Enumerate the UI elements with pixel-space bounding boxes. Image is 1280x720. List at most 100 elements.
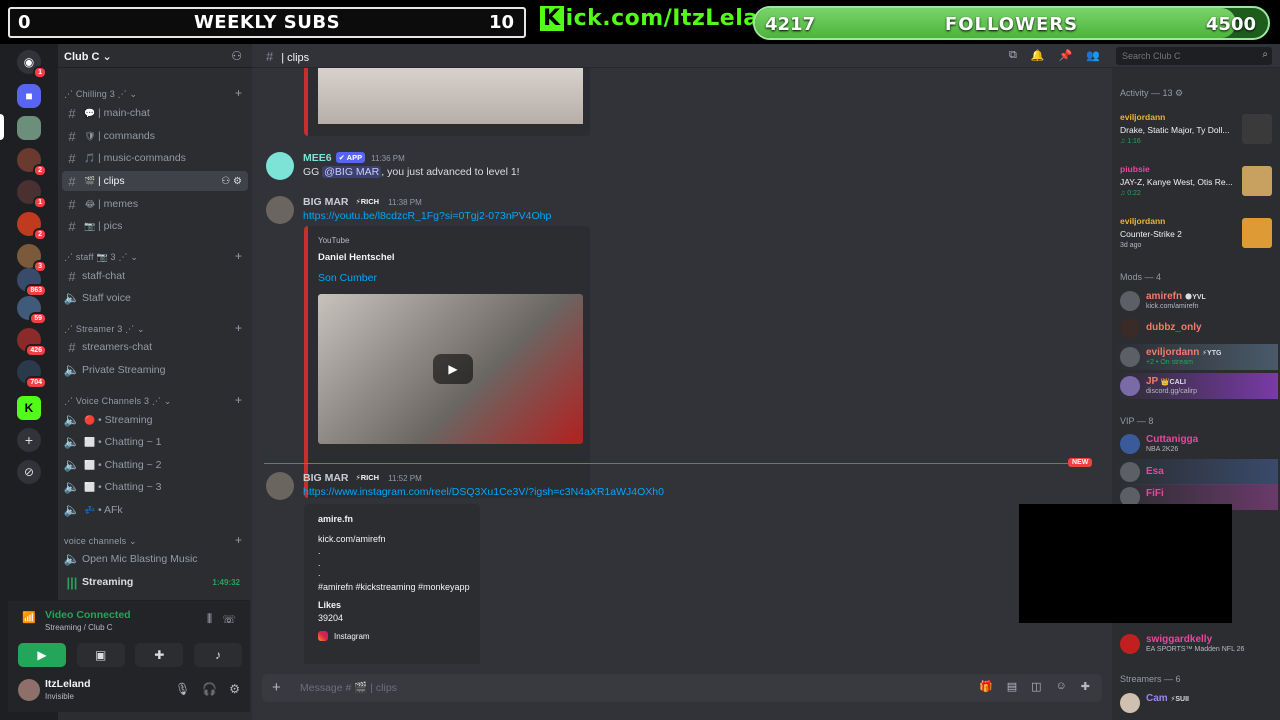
add-channel-icon[interactable]: + — [235, 321, 242, 335]
member-item[interactable]: Esa — [1116, 459, 1278, 485]
user-mention[interactable]: @BIG MAR — [322, 166, 382, 178]
voice-channel-path[interactable]: Streaming / Club C — [45, 623, 113, 632]
channel-main-chat[interactable]: # 💬 | main-chat — [62, 103, 248, 123]
emoji-icon[interactable]: ☺ — [1056, 680, 1067, 693]
channel-chatting-3[interactable]: 🔈 ⬜ • Chatting ~ 3 — [62, 477, 248, 497]
invite-icon[interactable]: ⚇ — [231, 49, 242, 63]
server-icon-3[interactable]: 1 — [17, 180, 47, 209]
channel-voice-streaming[interactable]: 🔈 🔴 • Streaming — [62, 410, 248, 430]
category-staff[interactable]: ⋰ staff 📷 3 ⋰ ⌄ — [64, 252, 138, 263]
message-author[interactable]: BIG MAR — [303, 196, 349, 208]
member-list-icon[interactable]: 👥 — [1086, 49, 1100, 62]
search-input[interactable] — [1116, 47, 1272, 65]
dm-icon[interactable]: ■ — [17, 84, 41, 108]
member-item[interactable]: JP 👑CALI discord.gg/calirp — [1116, 373, 1278, 399]
member-item[interactable]: swiggardkelly EA SPORTS™ Madden NFL 26 — [1116, 631, 1278, 657]
discord-home-icon[interactable]: ◉ 1 — [17, 50, 47, 79]
embed-title[interactable]: Son Cumber — [318, 272, 377, 284]
channel-staff-voice[interactable]: 🔈 Staff voice — [62, 288, 248, 308]
channel-clips[interactable]: # 🎬 | clips ⚇ ⚙ — [62, 171, 248, 191]
channel-pics[interactable]: # 📷 | pics — [62, 216, 248, 236]
channel-memes[interactable]: # 😂 | memes — [62, 194, 248, 214]
attach-plus-icon[interactable]: + — [272, 679, 281, 696]
member-item[interactable]: dubbz_only — [1116, 315, 1278, 341]
embed-author[interactable]: amire.fn — [318, 514, 353, 524]
channel-chatting-2[interactable]: 🔈 ⬜ • Chatting ~ 2 — [62, 455, 248, 475]
avatar[interactable] — [266, 472, 294, 500]
previous-embed — [304, 68, 590, 136]
soundboard-button[interactable]: ♪ — [193, 643, 242, 667]
member-item[interactable]: eviljordann ⚡YTG +2 • On stream — [1116, 344, 1278, 370]
discover-icon[interactable]: ⊘ — [17, 460, 41, 484]
guild-header[interactable]: Club C ⌄ ⚇ — [58, 44, 252, 68]
activity-card[interactable]: eviljordann Counter-Strike 2 3d ago — [1116, 214, 1278, 254]
channel-staff-chat[interactable]: # staff-chat — [62, 266, 248, 286]
disconnect-icon[interactable]: ☏ — [222, 613, 236, 626]
category-voice-channels[interactable]: ⋰ Voice Channels 3 ⋰ ⌄ — [64, 396, 172, 407]
activities-button[interactable]: ✚ — [135, 643, 184, 667]
microphone-icon[interactable]: 🎙 — [175, 682, 190, 696]
signal-icon: 📶 — [22, 612, 36, 624]
add-channel-icon[interactable]: + — [235, 249, 242, 263]
play-icon[interactable]: ▶ — [433, 354, 473, 384]
message-author[interactable]: BIG MAR — [303, 472, 349, 484]
server-icon-9[interactable]: 704 — [17, 360, 47, 389]
server-icon-6[interactable]: 863 — [17, 268, 47, 297]
message-time: 11:52 PM — [388, 474, 422, 483]
server-icon-2[interactable]: 2 — [17, 148, 47, 177]
category-chilling[interactable]: ⋰ Chilling 3 ⋰ ⌄ — [64, 89, 137, 100]
message-author[interactable]: MEE6 — [303, 152, 332, 164]
member-item[interactable]: amirefn 🌑YVL kick.com/amirefn — [1116, 288, 1278, 314]
channel-streamers-chat[interactable]: # streamers-chat — [62, 337, 248, 357]
server-icon-7[interactable]: 59 — [17, 296, 47, 325]
add-channel-icon[interactable]: + — [235, 533, 242, 547]
youtube-link[interactable]: https://youtu.be/l8cdzcR_1Fg?si=0Tgj2-07… — [303, 210, 551, 222]
server-icon-4[interactable]: 2 — [17, 212, 47, 241]
channel-streaming-connected[interactable]: ||| Streaming 1:49:32 — [62, 572, 248, 592]
channel-chatting-1[interactable]: 🔈 ⬜ • Chatting ~ 1 — [62, 432, 248, 452]
headphones-icon[interactable]: 🎧 — [202, 682, 217, 696]
channel-open-mic[interactable]: 🔈 Open Mic Blasting Music — [62, 549, 248, 569]
gift-icon[interactable]: 🎁 — [979, 680, 993, 693]
video-thumbnail[interactable]: ▶ — [318, 294, 583, 444]
server-club-c[interactable] — [17, 116, 41, 140]
channel-afk[interactable]: 🔈 💤 • AFk — [62, 500, 248, 520]
threads-icon[interactable]: ⧉ — [1009, 49, 1017, 62]
activity-card[interactable]: piubsie JAY-Z, Kanye West, Otis Re... ♫ … — [1116, 162, 1278, 202]
bell-icon[interactable]: 🔔 — [1031, 49, 1045, 62]
channel-private-streaming[interactable]: 🔈 Private Streaming — [62, 360, 248, 380]
avatar[interactable] — [266, 152, 294, 180]
channel-commands[interactable]: # 🛡 | commands — [62, 126, 248, 146]
gear-icon[interactable]: ⚙ — [229, 682, 240, 696]
activity-card[interactable]: eviljordann Drake, Static Major, Ty Doll… — [1116, 110, 1278, 150]
category-streamer[interactable]: ⋰ Streamer 3 ⋰ ⌄ — [64, 324, 145, 335]
channel-music-commands[interactable]: # 🎵 | music-commands — [62, 148, 248, 168]
add-channel-icon[interactable]: + — [235, 86, 242, 100]
channel-settings-icon[interactable]: ⚇ ⚙ — [221, 176, 242, 187]
category-voice-channels-2[interactable]: voice channels ⌄ — [64, 536, 137, 547]
gif-icon[interactable]: ▤ — [1007, 680, 1017, 693]
embed-author[interactable]: Daniel Hentschel — [318, 252, 395, 263]
avatar[interactable] — [18, 679, 40, 701]
server-icon-8[interactable]: 426 — [17, 328, 47, 357]
member-item[interactable]: Cam ⚡SUII — [1116, 690, 1278, 716]
message-input[interactable] — [300, 679, 900, 697]
sticker-icon[interactable]: ◫ — [1031, 680, 1041, 693]
add-channel-icon[interactable]: + — [235, 393, 242, 407]
member-item[interactable]: Cuttanigga NBA 2K26 — [1116, 431, 1278, 457]
avatar[interactable] — [266, 196, 294, 224]
screen-share-button[interactable]: ▣ — [76, 643, 125, 667]
kick-server-icon[interactable]: K — [17, 396, 41, 420]
avatar — [1120, 347, 1140, 367]
avatar — [1120, 462, 1140, 482]
noise-suppression-icon[interactable]: ⫼ — [207, 613, 212, 626]
embed-thumbnail[interactable] — [318, 68, 583, 124]
server-icon-5[interactable]: 3 — [17, 244, 47, 273]
album-art — [1242, 114, 1272, 144]
hash-icon: # — [68, 173, 76, 189]
camera-button[interactable]: ▶ — [18, 643, 66, 667]
apps-icon[interactable]: ✚ — [1081, 680, 1090, 693]
pin-icon[interactable]: 📌 — [1059, 49, 1073, 62]
instagram-link[interactable]: https://www.instagram.com/reel/DSQ3Xu1Ce… — [303, 486, 664, 498]
add-server-icon[interactable]: + — [17, 428, 41, 452]
